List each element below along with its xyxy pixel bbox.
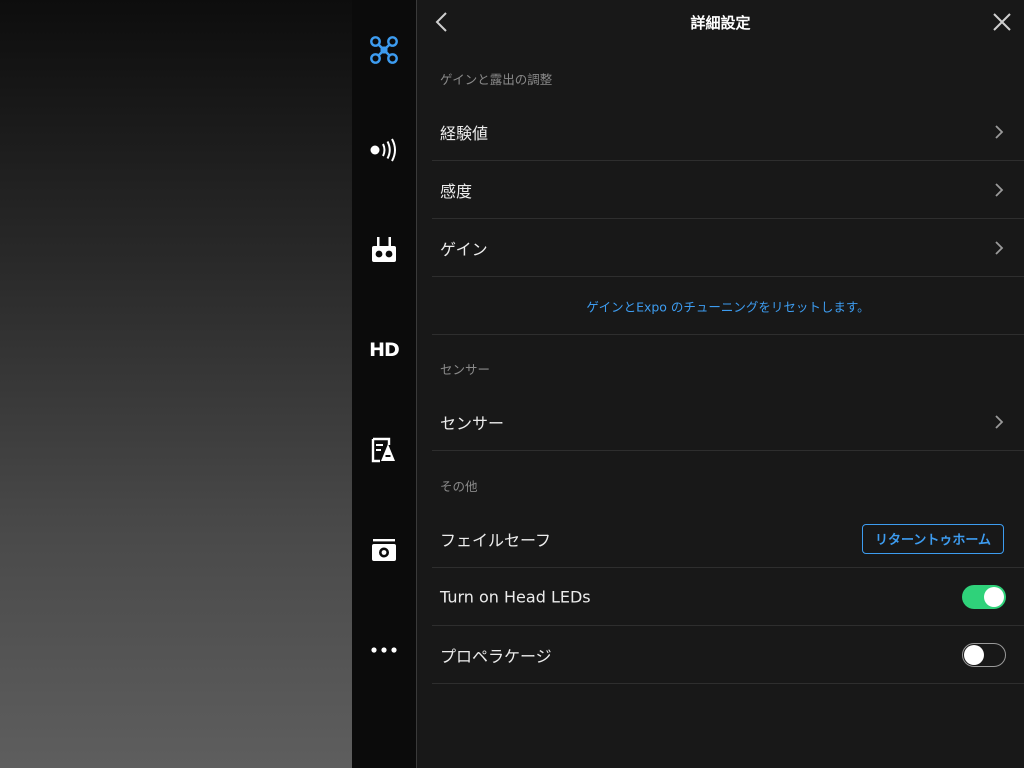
failsafe-label: フェイルセーフ [440, 530, 552, 550]
list-item-label: 感度 [440, 181, 473, 201]
page-title: 詳細設定 [690, 14, 751, 32]
chevron-right-icon [995, 414, 1004, 429]
chevron-right-icon [995, 124, 1004, 139]
section-header-sensor: センサー [440, 362, 491, 377]
sidebar-item-more[interactable] [352, 620, 416, 680]
signal-icon [370, 138, 396, 162]
sidebar-item-aircraft[interactable] [352, 20, 416, 80]
camera-preview [0, 0, 352, 768]
chevron-right-icon [995, 240, 1004, 255]
prop-guard-label: プロペラケージ [440, 646, 552, 666]
prop-guard-toggle[interactable] [962, 642, 1006, 667]
reset-row: ゲインとExpo のチューニングをリセットします。 [432, 277, 1024, 335]
list-item-label: ゲイン [440, 239, 488, 259]
drone-icon [370, 36, 398, 64]
head-leds-label: Turn on Head LEDs [440, 587, 591, 606]
sidebar-item-remote-controller[interactable] [352, 220, 416, 280]
sidebar-item-signal[interactable] [352, 120, 416, 180]
close-icon[interactable] [991, 11, 1013, 33]
prop-guard-row: プロペラケージ [432, 626, 1024, 684]
chevron-right-icon [995, 182, 1004, 197]
hd-icon: HD [369, 339, 400, 361]
toggle-knob [984, 586, 1004, 607]
failsafe-row: フェイルセーフ リターントゥホーム [432, 510, 1024, 568]
list-item-gain[interactable]: ゲイン [432, 219, 1024, 277]
more-icon [371, 647, 397, 653]
list-item-exp[interactable]: 経験値 [432, 103, 1024, 161]
camera-icon [372, 539, 396, 561]
section-header-other: その他 [440, 479, 478, 494]
list-item-sensor[interactable]: センサー [432, 393, 1024, 451]
map-icon [371, 437, 395, 463]
list-item-label: センサー [440, 413, 505, 433]
sidebar-item-hd[interactable]: HD [352, 320, 416, 380]
advanced-settings-panel: 詳細設定 ゲインと露出の調整 経験値 感度 ゲイン ゲインとExpo のチューニ… [417, 0, 1024, 768]
head-leds-row: Turn on Head LEDs [432, 568, 1024, 626]
section-header-gain: ゲインと露出の調整 [440, 72, 553, 87]
remote-controller-icon [372, 237, 396, 262]
sidebar-item-map[interactable] [352, 420, 416, 480]
settings-sidebar: HD [352, 0, 416, 768]
panel-header: 詳細設定 [417, 0, 1024, 44]
toggle-knob [964, 644, 984, 665]
sidebar-item-camera[interactable] [352, 520, 416, 580]
reset-gain-expo-link[interactable]: ゲインとExpo のチューニングをリセットします。 [432, 296, 1024, 315]
head-leds-toggle[interactable] [962, 584, 1006, 609]
list-item-label: 経験値 [440, 123, 489, 143]
list-item-sensitivity[interactable]: 感度 [432, 161, 1024, 219]
failsafe-return-to-home-button[interactable]: リターントゥホーム [862, 523, 1004, 554]
